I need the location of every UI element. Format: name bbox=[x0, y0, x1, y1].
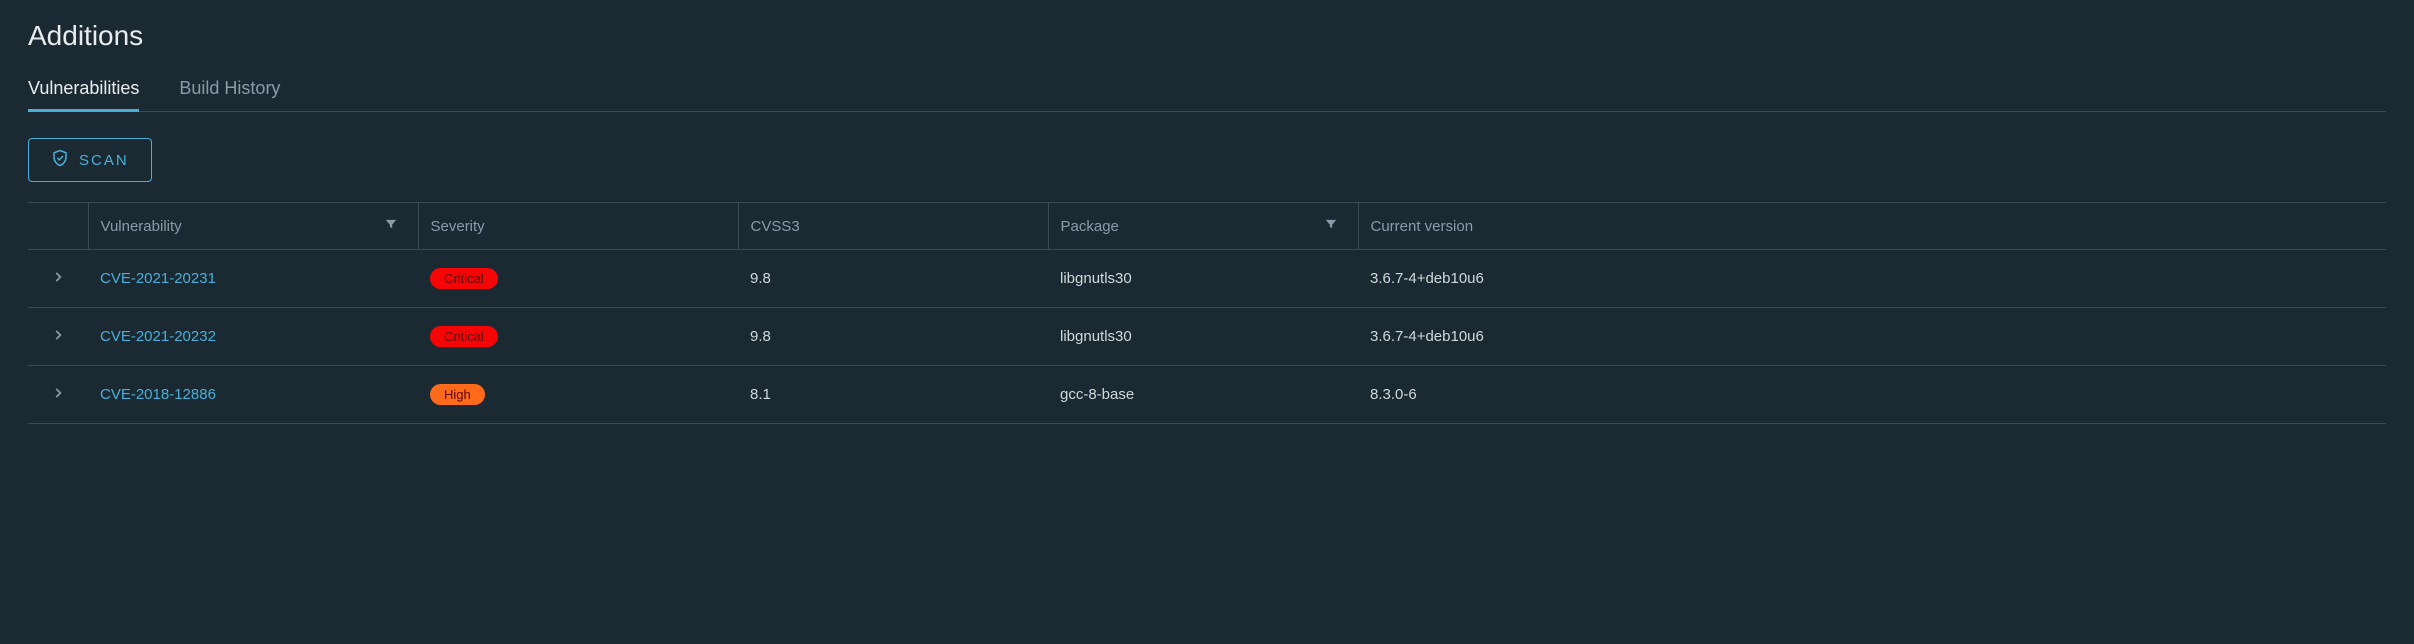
filter-icon[interactable] bbox=[384, 217, 398, 235]
table-row: CVE-2021-20232 Critical 9.8 libgnutls30 … bbox=[28, 308, 2386, 366]
col-header-expand bbox=[28, 203, 88, 250]
severity-badge: Critical bbox=[430, 326, 498, 347]
vulnerability-link[interactable]: CVE-2021-20231 bbox=[100, 270, 216, 287]
package-value: gcc-8-base bbox=[1048, 366, 1358, 424]
col-header-vulnerability-label: Vulnerability bbox=[101, 218, 182, 235]
col-header-severity-label: Severity bbox=[431, 218, 485, 235]
severity-badge: High bbox=[430, 384, 485, 405]
table-body: CVE-2021-20231 Critical 9.8 libgnutls30 … bbox=[28, 250, 2386, 424]
vulnerabilities-table: Vulnerability Severity CVSS3 bbox=[28, 202, 2386, 424]
tab-vulnerabilities[interactable]: Vulnerabilities bbox=[28, 70, 139, 112]
version-value: 3.6.7-4+deb10u6 bbox=[1358, 250, 2386, 308]
col-header-current-version: Current version bbox=[1358, 203, 2386, 250]
vulnerability-link[interactable]: CVE-2018-12886 bbox=[100, 386, 216, 403]
package-value: libgnutls30 bbox=[1048, 308, 1358, 366]
table-row: CVE-2018-12886 High 8.1 gcc-8-base 8.3.0… bbox=[28, 366, 2386, 424]
expand-button[interactable] bbox=[47, 324, 69, 349]
scan-button-label: SCAN bbox=[79, 152, 129, 169]
tab-build-history[interactable]: Build History bbox=[179, 70, 280, 112]
cvss3-value: 9.8 bbox=[738, 308, 1048, 366]
cvss3-value: 8.1 bbox=[738, 366, 1048, 424]
col-header-cvss3: CVSS3 bbox=[738, 203, 1048, 250]
filter-icon[interactable] bbox=[1324, 217, 1338, 235]
version-value: 3.6.7-4+deb10u6 bbox=[1358, 308, 2386, 366]
vulnerability-link[interactable]: CVE-2021-20232 bbox=[100, 328, 216, 345]
shield-check-icon bbox=[51, 149, 69, 171]
expand-button[interactable] bbox=[47, 266, 69, 291]
chevron-right-icon bbox=[51, 330, 65, 345]
col-header-cvss3-label: CVSS3 bbox=[751, 218, 800, 235]
chevron-right-icon bbox=[51, 388, 65, 403]
package-value: libgnutls30 bbox=[1048, 250, 1358, 308]
col-header-current-version-label: Current version bbox=[1371, 218, 1474, 235]
col-header-vulnerability: Vulnerability bbox=[88, 203, 418, 250]
cvss3-value: 9.8 bbox=[738, 250, 1048, 308]
col-header-package-label: Package bbox=[1061, 218, 1119, 235]
version-value: 8.3.0-6 bbox=[1358, 366, 2386, 424]
toolbar: SCAN bbox=[28, 138, 2386, 182]
scan-button[interactable]: SCAN bbox=[28, 138, 152, 182]
col-header-severity: Severity bbox=[418, 203, 738, 250]
chevron-right-icon bbox=[51, 272, 65, 287]
col-header-package: Package bbox=[1048, 203, 1358, 250]
table-row: CVE-2021-20231 Critical 9.8 libgnutls30 … bbox=[28, 250, 2386, 308]
severity-badge: Critical bbox=[430, 268, 498, 289]
expand-button[interactable] bbox=[47, 382, 69, 407]
page-title: Additions bbox=[28, 20, 2386, 52]
tabs: Vulnerabilities Build History bbox=[28, 70, 2386, 112]
